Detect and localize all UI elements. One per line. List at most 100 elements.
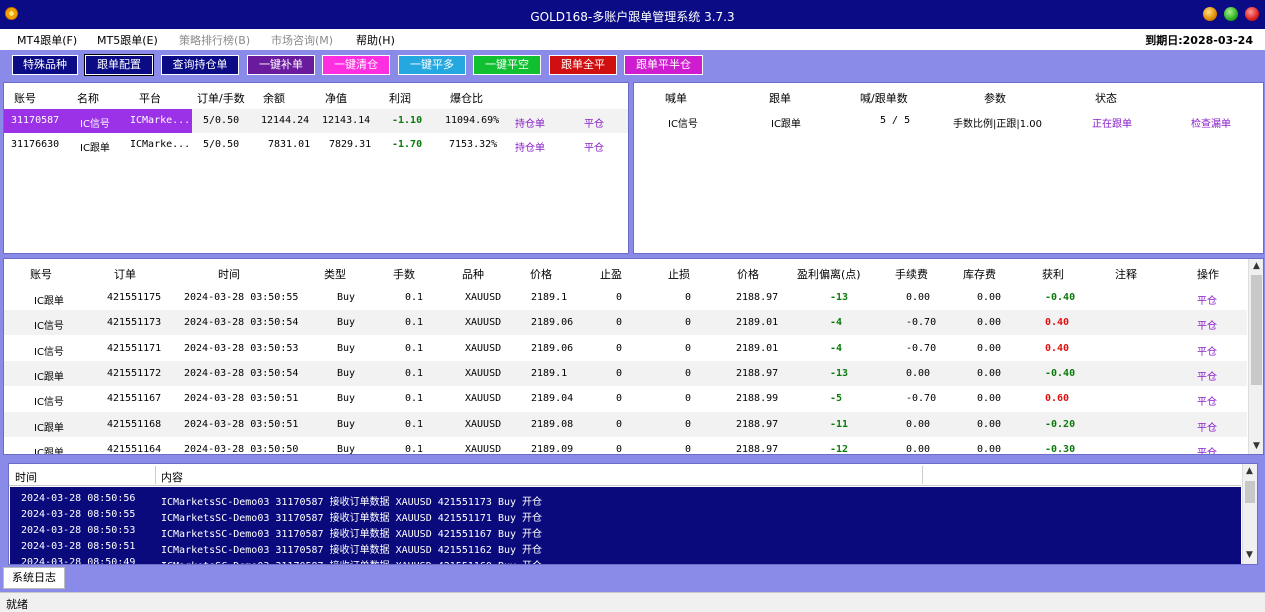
account-row[interactable]: 31176630 IC跟单 ICMarke... 5/0.50 7831.01 … xyxy=(4,133,628,157)
order-row[interactable]: IC信号 421551173 2024-03-28 03:50:54 Buy 0.1 XA… xyxy=(4,310,1247,336)
account-platform: ICMarke... xyxy=(130,139,191,150)
order-row[interactable]: IC跟单 421551175 2024-03-28 03:50:55 Buy 0.1 XA… xyxy=(4,285,1247,310)
col-swap: 库存费 xyxy=(963,268,996,281)
order-row[interactable]: IC信号 421551171 2024-03-28 03:50:53 Buy 0.1 XA… xyxy=(4,335,1247,361)
order-cur: 2189.01 xyxy=(736,317,779,329)
order-profit: 0.40 xyxy=(1045,317,1070,329)
order-swap: 0.00 xyxy=(977,367,1002,379)
relation-status-link[interactable]: 正在跟单 xyxy=(1092,115,1132,130)
query-positions-button[interactable]: 查询持仓单 xyxy=(161,55,239,75)
order-row[interactable]: IC跟单 421551164 2024-03-28 03:50:50 Buy 0.1 XA… xyxy=(4,436,1247,455)
order-symbol: XAUUSD xyxy=(465,292,502,303)
copy-config-button[interactable]: 跟单配置 xyxy=(84,54,154,76)
close-all-long-button[interactable]: 一键平多 xyxy=(398,55,466,75)
one-click-fill-button[interactable]: 一键补单 xyxy=(247,55,315,75)
menu-mt5[interactable]: MT5跟单(E) xyxy=(97,32,158,48)
log-content: ICMarketsSC-Demo03 31170587 接收订单数据 XAUUS… xyxy=(161,497,543,508)
scrollbar-thumb[interactable] xyxy=(1251,275,1262,385)
order-sl: 0 xyxy=(685,443,692,455)
menu-help[interactable]: 帮助(H) xyxy=(356,32,395,48)
order-op[interactable]: 平仓 xyxy=(1197,393,1217,408)
one-click-clear-button[interactable]: 一键清仓 xyxy=(322,55,390,75)
positions-link[interactable]: 持仓单 xyxy=(515,115,545,130)
close-all-follow-button[interactable]: 跟单全平 xyxy=(549,55,617,75)
col-sl: 止损 xyxy=(668,268,690,281)
col-order: 订单 xyxy=(114,268,136,281)
order-op[interactable]: 平仓 xyxy=(1197,419,1217,434)
account-ratio: 7153.32% xyxy=(449,139,498,150)
account-balance: 7831.01 xyxy=(268,139,311,150)
order-cur: 2188.99 xyxy=(736,393,779,405)
scroll-down-icon[interactable]: ▼ xyxy=(1246,550,1253,560)
order-profit: -0.30 xyxy=(1045,443,1076,455)
special-symbols-button[interactable]: 特殊品种 xyxy=(12,55,78,75)
account-name: IC信号 xyxy=(80,119,110,130)
close-link[interactable]: 平仓 xyxy=(584,115,604,130)
order-row[interactable]: IC跟单 421551172 2024-03-28 03:50:54 Buy 0.1 XA… xyxy=(4,360,1247,386)
tab-system-log[interactable]: 系统日志 xyxy=(3,567,65,589)
order-fee: 0.00 xyxy=(906,292,931,303)
account-row[interactable]: 31170587 IC信号 ICMarke... 5/0.50 12144.24… xyxy=(4,109,628,133)
col-log-time: 时间 xyxy=(15,471,37,484)
log-list: 2024-03-28 08:50:56 ICMarketsSC-Demo03 31… xyxy=(10,487,1241,564)
account-orders: 5/0.50 xyxy=(203,115,240,126)
order-sl: 0 xyxy=(685,317,692,329)
log-content: ICMarketsSC-Demo03 31170587 接收订单数据 XAUUS… xyxy=(161,529,543,540)
menu-market-info[interactable]: 市场咨询(M) xyxy=(271,32,333,48)
col-counts: 喊/跟单数 xyxy=(860,92,908,105)
close-half-follow-button[interactable]: 跟单平半仓 xyxy=(624,55,703,75)
order-op[interactable]: 平仓 xyxy=(1197,317,1217,332)
order-lots: 0.1 xyxy=(405,393,424,405)
order-lots: 0.1 xyxy=(405,443,424,455)
order-op[interactable]: 平仓 xyxy=(1197,292,1217,307)
order-cur: 2188.97 xyxy=(736,367,779,379)
account-name: IC跟单 xyxy=(80,143,110,154)
order-type: Buy xyxy=(337,342,356,354)
order-swap: 0.00 xyxy=(977,317,1002,329)
order-fee: 0.00 xyxy=(906,367,931,379)
maximize-button[interactable] xyxy=(1224,7,1238,21)
orders-scrollbar[interactable]: ▲ ▼ xyxy=(1248,259,1263,454)
log-scrollbar[interactable]: ▲ ▼ xyxy=(1242,464,1257,564)
col-profit: 获利 xyxy=(1042,268,1064,281)
relation-row[interactable]: IC信号 IC跟单 5 / 5 手数比例|正跟|1.00 正在跟单 检查漏单 xyxy=(634,109,1263,133)
scroll-up-icon[interactable]: ▲ xyxy=(1253,261,1260,271)
order-symbol: XAUUSD xyxy=(465,393,502,405)
close-all-short-button[interactable]: 一键平空 xyxy=(473,55,541,75)
status-text: 就绪 xyxy=(6,598,28,611)
order-op[interactable]: 平仓 xyxy=(1197,444,1217,454)
order-account: IC信号 xyxy=(34,397,64,409)
close-button[interactable] xyxy=(1245,7,1259,21)
order-dev: -13 xyxy=(830,367,849,379)
close-link[interactable]: 平仓 xyxy=(584,139,604,154)
account-equity: 12143.14 xyxy=(322,115,371,126)
log-panel: 时间 内容 2024-03-28 08:50:56 ICMarketsSC-Dem… xyxy=(8,463,1258,565)
scroll-up-icon[interactable]: ▲ xyxy=(1246,466,1253,476)
scrollbar-thumb[interactable] xyxy=(1245,481,1255,503)
order-swap: 0.00 xyxy=(977,393,1002,405)
window-title: GOLD168-多账户跟单管理系统 3.7.3 xyxy=(530,10,735,24)
order-dev: -11 xyxy=(830,418,849,430)
col-type: 类型 xyxy=(324,268,346,281)
positions-link[interactable]: 持仓单 xyxy=(515,139,545,154)
order-account: IC跟单 xyxy=(34,422,64,434)
order-tp: 0 xyxy=(616,393,623,405)
order-account: IC信号 xyxy=(34,321,64,333)
menu-strategy-ranking[interactable]: 策略排行榜(B) xyxy=(179,32,250,48)
account-ratio: 11094.69% xyxy=(445,115,500,126)
scroll-down-icon[interactable]: ▼ xyxy=(1253,441,1260,451)
order-time: 2024-03-28 03:50:51 xyxy=(184,418,299,430)
check-missed-link[interactable]: 检查漏单 xyxy=(1191,115,1231,130)
minimize-button[interactable] xyxy=(1203,7,1217,21)
order-cur: 2188.97 xyxy=(736,443,779,455)
order-op[interactable]: 平仓 xyxy=(1197,368,1217,383)
account-balance: 12144.24 xyxy=(261,115,310,126)
account-equity: 7829.31 xyxy=(329,139,372,150)
menu-mt4[interactable]: MT4跟单(F) xyxy=(17,32,77,48)
order-op[interactable]: 平仓 xyxy=(1197,343,1217,358)
col-account: 账号 xyxy=(30,268,52,281)
order-time: 2024-03-28 03:50:53 xyxy=(184,342,299,354)
order-row[interactable]: IC跟单 421551168 2024-03-28 03:50:51 Buy 0.1 XA… xyxy=(4,411,1247,437)
order-row[interactable]: IC信号 421551167 2024-03-28 03:50:51 Buy 0.1 XA… xyxy=(4,386,1247,412)
order-dev: -12 xyxy=(830,443,849,455)
